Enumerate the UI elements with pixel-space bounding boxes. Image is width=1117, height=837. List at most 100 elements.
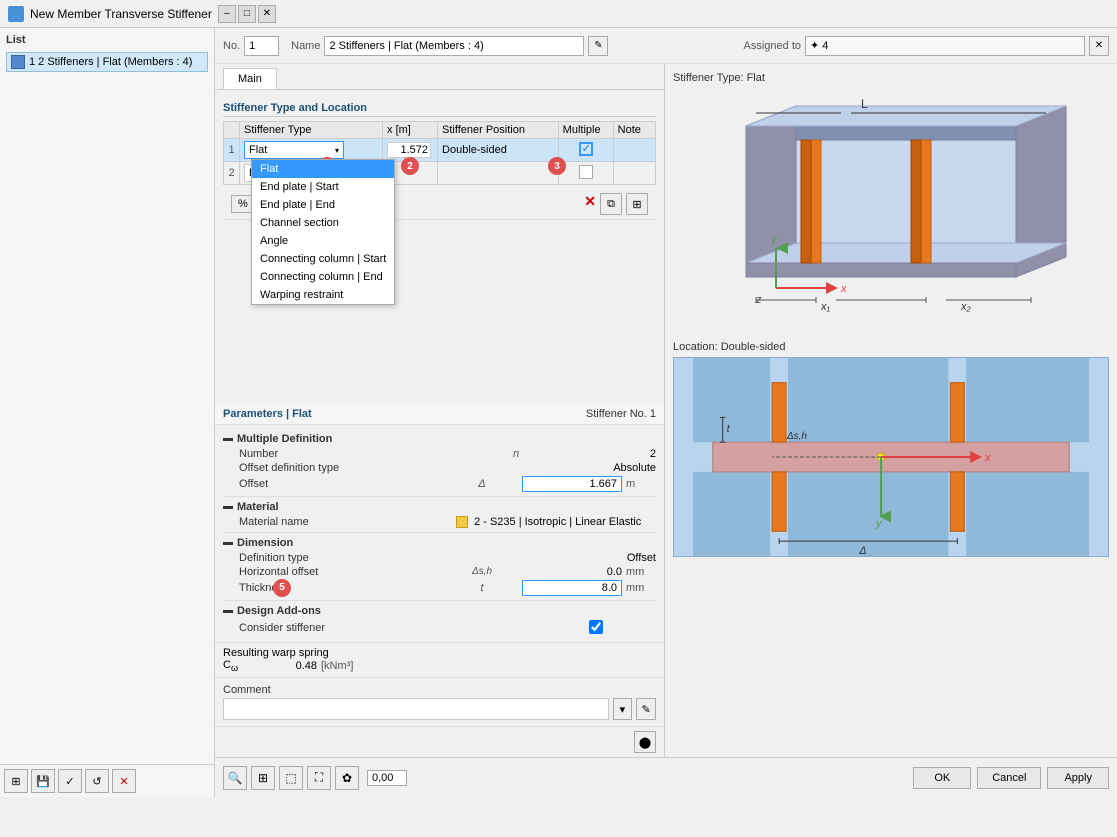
dropdown-item-conn-start[interactable]: Connecting column | Start — [252, 250, 394, 268]
bottom-bar: 🔍 ⊞ ⬚ ⛶ ✿ 0,00 OK Cancel Apply — [215, 757, 1117, 797]
diagram-3d-svg: x y z L x₁ x₂ — [673, 88, 1109, 328]
param-def-type-label: Definition type — [239, 552, 496, 564]
sidebar: List 1 2 Stiffeners | Flat (Members : 4)… — [0, 28, 215, 797]
dimension-group-header[interactable]: ▬ Dimension — [223, 537, 656, 549]
sidebar-delete-btn[interactable]: ✕ — [112, 769, 136, 793]
bottom-icon-grid[interactable]: ⊞ — [251, 766, 275, 790]
design-addons-expand-icon: ▬ — [223, 605, 233, 616]
app-icon — [8, 6, 24, 22]
comment-expand-btn[interactable]: ▾ — [613, 698, 633, 720]
bottom-icon-search[interactable]: 🔍 — [223, 766, 247, 790]
sidebar-item-label: 1 2 Stiffeners | Flat (Members : 4) — [29, 56, 192, 68]
comment-edit-btn[interactable]: ✎ — [636, 698, 656, 720]
no-input[interactable] — [244, 36, 279, 56]
name-input[interactable] — [324, 36, 584, 56]
sidebar-btn-4[interactable]: ↺ — [85, 769, 109, 793]
bottom-left-icons: 🔍 ⊞ ⬚ ⛶ ✿ 0,00 — [223, 766, 407, 790]
svg-text:L: L — [861, 97, 868, 111]
bottom-icon-box[interactable]: ⬚ — [279, 766, 303, 790]
row2-pos-cell[interactable] — [438, 162, 559, 185]
param-consider-label: Consider stiffener — [239, 622, 496, 634]
form-panel: Main Stiffener Type and Location — [215, 64, 665, 757]
diagram-export-btn[interactable]: ⬤ — [634, 731, 656, 753]
row2-num: 2 — [224, 162, 240, 185]
dropdown-item-flat[interactable]: Flat — [252, 160, 394, 178]
param-offset-input[interactable] — [522, 476, 622, 492]
params-no: Stiffener No. 1 — [586, 408, 656, 420]
tab-main[interactable]: Main — [223, 68, 277, 89]
copy-btn[interactable]: ⧉ — [600, 193, 622, 215]
name-group: Name ✎ — [291, 36, 608, 56]
bottom-icon-select[interactable]: ⛶ — [307, 766, 331, 790]
minimize-button[interactable]: – — [218, 5, 236, 23]
stiffener-section-title: Stiffener Type and Location — [223, 102, 656, 117]
warp-row: Resulting warp spring — [223, 647, 656, 659]
row1-multiple-checkbox[interactable] — [579, 142, 593, 156]
row2-multiple-checkbox[interactable] — [579, 165, 593, 179]
dimension-label: Dimension — [237, 537, 293, 549]
bottom-icon-misc[interactable]: ✿ — [335, 766, 359, 790]
dropdown-item-angle[interactable]: Angle — [252, 232, 394, 250]
material-label: Material — [237, 501, 279, 513]
top-fields: No. Name ✎ Assigned to ✕ — [215, 28, 1117, 64]
param-offset-type-value: Absolute — [536, 462, 656, 474]
assigned-clear-button[interactable]: ✕ — [1089, 36, 1109, 56]
param-offset-unit: m — [626, 478, 656, 490]
name-edit-button[interactable]: ✎ — [588, 36, 608, 56]
ok-button[interactable]: OK — [913, 767, 971, 789]
toolbar-right: ✕ ⧉ ⊞ — [584, 193, 648, 215]
param-offset-type-label: Offset definition type — [239, 462, 496, 474]
sidebar-btn-1[interactable]: ⊞ — [4, 769, 28, 793]
bottom-right-buttons: OK Cancel Apply — [913, 767, 1109, 789]
param-offset-label: Offset — [239, 478, 462, 490]
multiple-def-expand-icon: ▬ — [223, 433, 233, 444]
diagram-2d-label: Location: Double-sided — [673, 341, 1109, 353]
multiple-def-group-header[interactable]: ▬ Multiple Definition — [223, 433, 656, 445]
no-group: No. — [223, 36, 279, 56]
consider-stiffener-checkbox[interactable] — [589, 620, 603, 634]
row2-multiple-cell[interactable] — [558, 162, 613, 185]
dropdown-item-conn-end[interactable]: Connecting column | End — [252, 268, 394, 286]
sidebar-header: List — [6, 34, 208, 46]
multiple-def-label: Multiple Definition — [237, 433, 332, 445]
material-expand-icon: ▬ — [223, 501, 233, 512]
assigned-label: Assigned to — [744, 40, 801, 52]
sidebar-btn-2[interactable]: 💾 — [31, 769, 55, 793]
sidebar-item-stiffener[interactable]: 1 2 Stiffeners | Flat (Members : 4) — [6, 52, 208, 72]
comment-input[interactable] — [223, 698, 609, 720]
param-def-type-value: Offset — [536, 552, 656, 564]
type-dropdown[interactable]: Flat End plate | Start End plate | End C… — [251, 159, 395, 305]
svg-text:x: x — [840, 283, 847, 295]
warp-value: 0.48 — [267, 660, 317, 672]
sidebar-btn-3[interactable]: ✓ — [58, 769, 82, 793]
apply-button[interactable]: Apply — [1047, 767, 1109, 789]
row1-multiple-cell[interactable] — [558, 139, 613, 162]
assigned-input[interactable] — [805, 36, 1085, 56]
svg-text:Δs,h: Δs,h — [786, 431, 807, 442]
material-group-header[interactable]: ▬ Material — [223, 501, 656, 513]
title-bar-text: New Member Transverse Stiffener — [30, 7, 212, 21]
param-row-consider-stiffener: Consider stiffener — [223, 619, 656, 638]
maximize-button[interactable]: □ — [238, 5, 256, 23]
row1-type-value: Flat — [249, 144, 267, 156]
cancel-button[interactable]: Cancel — [977, 767, 1041, 789]
coord-display: 0,00 — [367, 770, 407, 786]
row1-pos-cell[interactable]: Double-sided — [438, 139, 559, 162]
row1-x-input[interactable] — [387, 142, 431, 158]
dropdown-item-endplate-start[interactable]: End plate | Start — [252, 178, 394, 196]
param-horiz-offset-unit: mm — [626, 566, 656, 578]
dropdown-item-endplate-end[interactable]: End plate | End — [252, 196, 394, 214]
title-bar: New Member Transverse Stiffener – □ ✕ — [0, 0, 1117, 28]
param-row-horiz-offset: Horizontal offset Δs,h 0.0 mm — [223, 565, 656, 579]
dropdown-item-channel[interactable]: Channel section — [252, 214, 394, 232]
grid-btn[interactable]: ⊞ — [626, 193, 648, 215]
dropdown-item-warp[interactable]: Warping restraint — [252, 286, 394, 304]
param-row-offset-type: Offset definition type Absolute — [223, 461, 656, 475]
design-addons-group-header[interactable]: ▬ Design Add-ons — [223, 605, 656, 617]
delete-btn[interactable]: ✕ — [584, 193, 596, 215]
close-button[interactable]: ✕ — [258, 5, 276, 23]
param-horiz-offset-value: 0.0 — [502, 566, 622, 578]
tab-bar: Main — [215, 64, 664, 90]
param-thickness-input[interactable] — [522, 580, 622, 596]
param-row-thickness: Thickness t mm 5 — [223, 579, 656, 597]
